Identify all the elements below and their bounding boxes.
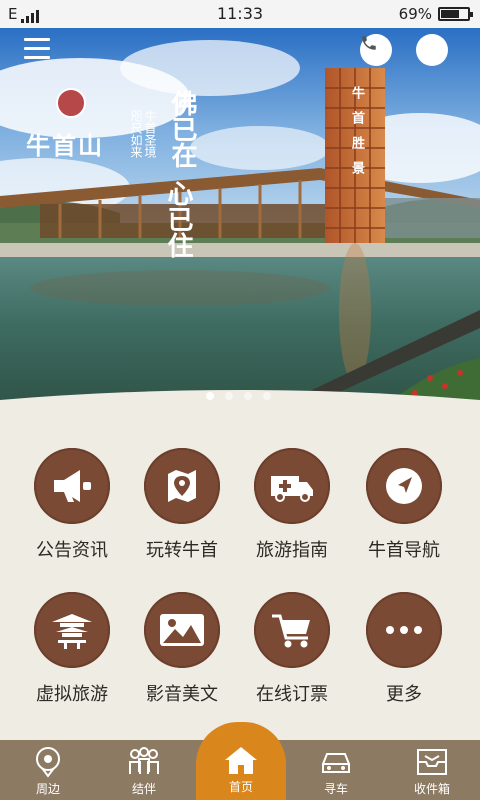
grid-label: 影音美文: [146, 684, 218, 705]
calligraphy-line-2: 心已住: [163, 180, 193, 258]
carousel-dot[interactable]: [263, 392, 271, 400]
banner-subtext-2: 咫尺如来: [129, 110, 143, 158]
carousel-dot[interactable]: [225, 392, 233, 400]
nav-label: 寻车: [323, 782, 348, 796]
grid-label: 更多: [386, 684, 422, 705]
tower-text: 牛首胜景: [349, 86, 364, 186]
grid-label: 牛首导航: [368, 540, 440, 561]
navigation-arrow-icon: [366, 448, 442, 524]
calligraphy-line-1: 佛已在: [167, 90, 197, 168]
phone-icon[interactable]: [360, 34, 392, 66]
grid-label: 旅游指南: [256, 540, 328, 561]
grid-label: 在线订票: [256, 684, 328, 705]
home-icon: [225, 747, 257, 774]
battery-percent: 69%: [398, 5, 432, 23]
location-pin-icon: [36, 747, 60, 778]
nav-item-home[interactable]: 首页: [196, 722, 286, 800]
grid-item-tickets[interactable]: 在线订票: [232, 592, 352, 706]
grid-item-media[interactable]: 影音美文: [122, 592, 242, 706]
nav-item-find-car[interactable]: 寻车: [288, 740, 384, 800]
status-bar: E 11:33 69%: [0, 0, 480, 28]
group-icon: [129, 747, 159, 774]
carousel-indicator: [206, 392, 271, 400]
status-right: 69%: [398, 5, 473, 23]
grid-item-explore[interactable]: 玩转牛首: [122, 448, 242, 562]
nav-item-inbox[interactable]: 收件箱: [384, 740, 480, 800]
hero-banner[interactable]: 牛首山 牛首圣境 咫尺如来 佛已在 心已住 牛首胜景: [0, 28, 480, 410]
nav-label: 周边: [35, 782, 60, 796]
grid-item-virtual-tour[interactable]: 虚拟旅游: [12, 592, 132, 706]
grid-label: 虚拟旅游: [36, 684, 108, 705]
battery-icon: [438, 7, 473, 21]
grid-item-more[interactable]: 更多: [344, 592, 464, 706]
nav-label: 结伴: [131, 782, 156, 796]
menu-icon[interactable]: [24, 38, 50, 60]
carousel-dot[interactable]: [206, 392, 214, 400]
shopping-cart-icon: [254, 592, 330, 668]
pagoda-icon: [34, 592, 110, 668]
map-pin-icon: [144, 448, 220, 524]
carousel-dot[interactable]: [244, 392, 252, 400]
nav-label: 首页: [228, 780, 253, 794]
landscape-picture-icon: [144, 592, 220, 668]
grid-label: 玩转牛首: [146, 540, 218, 561]
ambulance-icon: [254, 448, 330, 524]
grid-item-guide[interactable]: 旅游指南: [232, 448, 352, 562]
user-icon[interactable]: [416, 34, 448, 66]
banner-image: [0, 28, 480, 410]
logo-text: 牛首山: [26, 131, 104, 160]
grid-label: 公告资讯: [36, 540, 108, 561]
grid-item-news[interactable]: 公告资讯: [12, 448, 132, 562]
seal-icon: [56, 88, 86, 118]
nav-item-companions[interactable]: 结伴: [96, 740, 192, 800]
nav-label: 收件箱: [413, 782, 450, 796]
grid-item-navigation[interactable]: 牛首导航: [344, 448, 464, 562]
nav-item-nearby[interactable]: 周边: [0, 740, 96, 800]
megaphone-icon: [34, 448, 110, 524]
inbox-icon: [417, 749, 447, 775]
car-icon: [322, 753, 350, 773]
more-dots-icon: [366, 592, 442, 668]
